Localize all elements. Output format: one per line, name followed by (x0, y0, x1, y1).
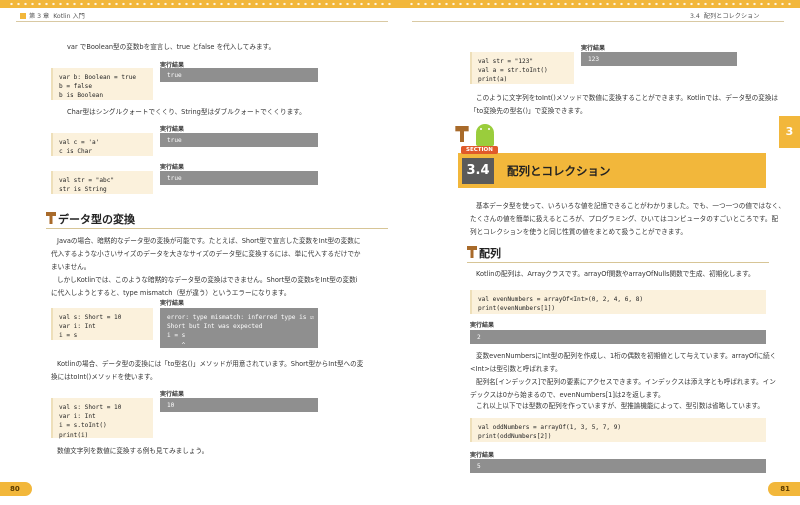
paragraph-line: 変数evenNumbersにInt型の配列を作成し、1桁の偶数を初期値として与え… (476, 352, 777, 360)
paragraph-line: Javaの場合、暗黙的なデータ型の変換が可能です。たとえば、Short型で宣言し… (57, 237, 361, 245)
header-square-icon (20, 13, 26, 19)
output-block-toint: 10 (160, 398, 318, 412)
char-text: Char型はシングルクォートでくくり、String型はダブルクォートでくくります… (67, 108, 306, 116)
output-label: 実行結果 (160, 126, 185, 133)
output-label: 実行結果 (160, 391, 185, 398)
running-header-left: 第 3 章 Kotlin 入門 (20, 11, 85, 20)
header-section-title: 配列とコレクション (703, 13, 760, 20)
page-number-left: 80 (0, 482, 32, 496)
section-heading-array: 配列 (479, 247, 501, 260)
code-block-char: val c = 'a' c is Char (51, 133, 153, 156)
intro-text: var でBoolean型の変数bを宣言し、true とfalse を代入してみ… (67, 43, 276, 51)
code-block-toint: val s: Short = 10 var i: Int i = s.toInt… (51, 398, 153, 439)
header-rule-left (16, 21, 388, 22)
paragraph-line: まいません。 (51, 263, 91, 271)
paragraph-line: 列とコレクションを使うと同じ性質の値をまとめて扱うことができます。 (470, 228, 687, 236)
paragraph-line: これ以上以下では型数の配列を作っていますが、型推論機能によって、型引数は省略して… (476, 402, 764, 410)
paragraph-line: たくさんの値を簡単に扱えるところが、プログラミング、ひいてはコンピュータのすごい… (470, 215, 779, 223)
section-badge: SECTION (461, 146, 498, 154)
paragraph-line: 配列名[インデックス]で配列の要素にアクセスできます。インデックスは添え字とも呼… (476, 378, 776, 386)
paragraph-line: 代入するような小さいサイズのデータを大きなサイズのデータ型に変換するには、単に代… (51, 250, 361, 258)
binding-dots-right (408, 2, 793, 6)
code-block-str-toint: val str = "123" val a = str.toInt() prin… (470, 52, 574, 84)
section-heading-conversion: データ型の変換 (58, 213, 135, 226)
code-block-boolean: var b: Boolean = true b = false b is Boo… (51, 68, 153, 100)
hammer-icon (46, 212, 56, 224)
array-text: Kotlinの配列は、Arrayクラスです。arrayOf関数やarrayOfN… (476, 270, 755, 278)
output-block-odd-numbers: 5 (470, 459, 766, 473)
paragraph-line: 「to変換先の型名()」で変換できます。 (470, 107, 587, 115)
section-title: 配列とコレクション (507, 164, 611, 178)
header-section-number: 3.4 (690, 13, 700, 20)
hammer-icon (467, 246, 477, 258)
output-label: 実行結果 (160, 300, 185, 307)
output-block-error: error: type mismatch: inferred type is ☑… (160, 308, 318, 349)
output-block-even-numbers: 2 (470, 330, 766, 344)
output-block-boolean: true (160, 68, 318, 82)
paragraph-line: Kotlinの場合、データ型の変換には「to型名()」メソッドが用意されています… (57, 360, 364, 368)
section-banner (458, 153, 766, 188)
hammer-icon (455, 126, 469, 142)
output-label: 実行結果 (470, 322, 495, 329)
code-block-odd-numbers: val oddNumbers = arrayOf(1, 3, 5, 7, 9) … (470, 418, 766, 442)
header-chapter: 第 3 章 (29, 13, 50, 20)
output-block-string: true (160, 171, 318, 185)
binding-dots-left (8, 2, 393, 6)
paragraph-line: 基本データ型を使って、いろいろな値を記憶できることがわかりました。でも、一つ一つ… (476, 202, 785, 210)
android-mascot-icon (476, 124, 494, 146)
paragraph-line: このように文字列をtoInt()メソッドで数値に変換することができます。Kotl… (476, 94, 779, 102)
output-block-str-toint: 123 (581, 52, 737, 66)
paragraph-line: しかしKotlinでは、このような暗黙的なデータ型の変換はできません。Short… (57, 276, 358, 284)
paragraph-line: <Int>は型引数と呼ばれます。 (470, 365, 562, 373)
header-chapter-title: Kotlin 入門 (53, 13, 85, 20)
output-label: 実行結果 (160, 164, 185, 171)
heading-rule (46, 228, 388, 229)
page-number-right: 81 (768, 482, 800, 496)
output-label: 実行結果 (470, 452, 495, 459)
output-label: 実行結果 (581, 45, 606, 52)
heading-rule (467, 262, 769, 263)
code-block-even-numbers: val evenNumbers = arrayOf<Int>(0, 2, 4, … (470, 290, 766, 314)
running-header-right: 3.4 配列とコレクション (690, 11, 759, 20)
code-block-error: val s: Short = 10 var i: Int i = s (51, 308, 153, 340)
output-block-char: true (160, 133, 318, 147)
header-rule-right (412, 21, 784, 22)
bottom-text: 数値文字列を数値に変換する例も見てみましょう。 (57, 447, 209, 455)
code-block-string: val str = "abc" str is String (51, 171, 153, 194)
section-number: 3.4 (462, 158, 494, 184)
paragraph-line: 換にはtoInt()メソッドを使います。 (51, 373, 157, 381)
chapter-side-tab: 3 (779, 116, 800, 148)
